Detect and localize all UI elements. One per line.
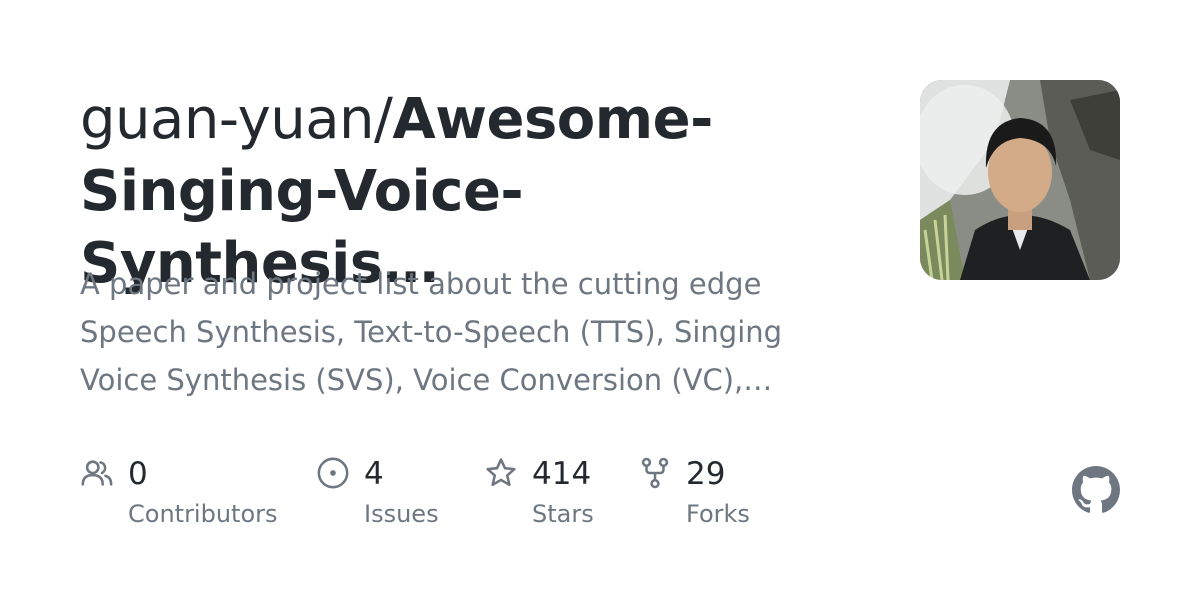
- stars-stat[interactable]: 414 Stars: [484, 452, 604, 542]
- issues-stat[interactable]: 4 Issues: [316, 452, 456, 542]
- repo-forked-icon: [641, 457, 669, 489]
- description-line-3: Voice Synthesis (SVS), Voice Conversion …: [80, 363, 773, 397]
- people-icon: [81, 460, 113, 486]
- issues-label: Issues: [364, 500, 439, 528]
- owner-avatar[interactable]: [920, 80, 1120, 280]
- stars-count: 414: [532, 456, 592, 492]
- issue-opened-icon: [317, 457, 349, 489]
- repo-description: A paper and project list about the cutti…: [80, 260, 840, 404]
- forks-count: 29: [686, 456, 726, 492]
- contributors-label: Contributors: [128, 500, 278, 528]
- repo-name-line1[interactable]: Awesome-: [392, 87, 713, 152]
- avatar-photo: [920, 80, 1120, 280]
- issues-count: 4: [364, 456, 384, 492]
- social-preview-card: guan-yuan/Awesome- Singing-Voice-Synthes…: [0, 0, 1200, 600]
- contributors-count: 0: [128, 456, 148, 492]
- contributors-stat[interactable]: 0 Contributors: [80, 452, 280, 542]
- description-line-1: A paper and project list about the cutti…: [80, 267, 762, 301]
- forks-label: Forks: [686, 500, 750, 528]
- forks-stat[interactable]: 29 Forks: [638, 452, 768, 542]
- github-mark-icon[interactable]: [1072, 466, 1120, 514]
- description-line-2: Speech Synthesis, Text-to-Speech (TTS), …: [80, 315, 783, 349]
- star-icon: [486, 458, 516, 487]
- repo-owner[interactable]: guan-yuan/: [80, 87, 393, 152]
- stars-label: Stars: [532, 500, 594, 528]
